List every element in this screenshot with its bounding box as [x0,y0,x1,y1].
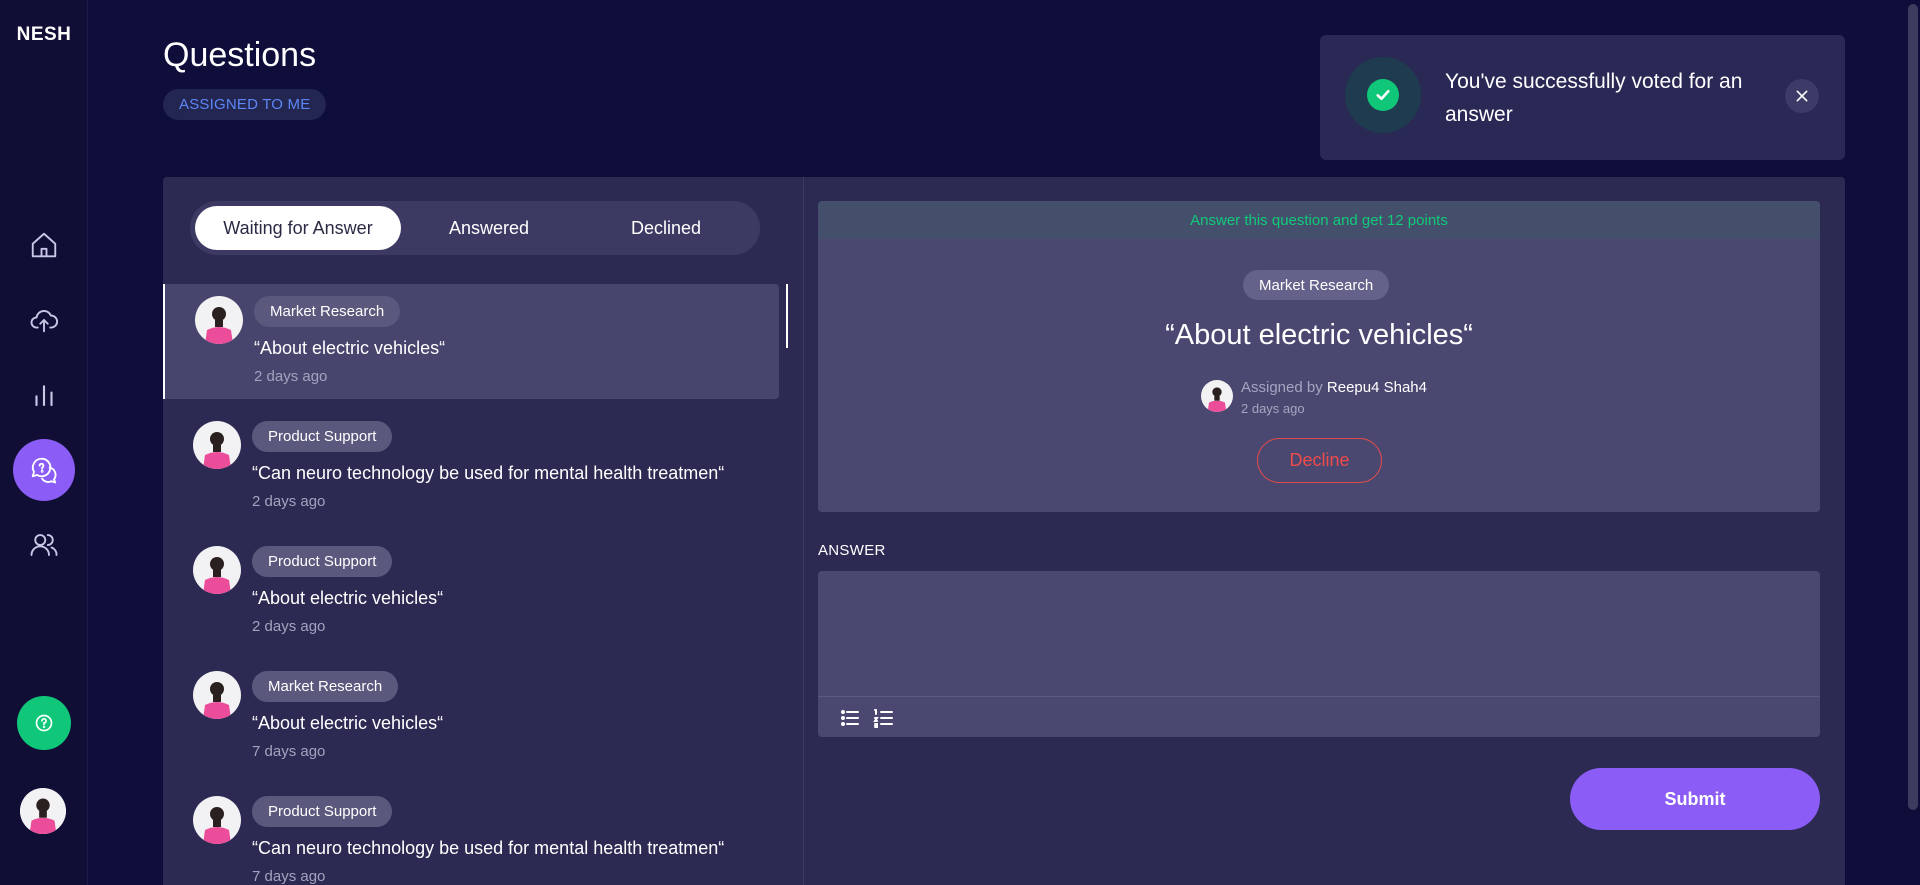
avatar [193,796,241,844]
submit-button[interactable]: Submit [1570,768,1820,830]
assigner-name: Reepu4 Shah4 [1326,379,1427,396]
help-button[interactable] [17,696,71,750]
avatar [193,421,241,469]
question-time: 2 days ago [252,618,326,635]
user-avatar[interactable] [20,788,66,834]
toast-message: You've successfully voted for an answer [1445,70,1743,126]
avatar [1201,380,1233,412]
list-scroll-indicator [786,284,788,348]
help-icon [35,714,53,732]
category-tag: Product Support [252,546,393,577]
question-time: 2 days ago [252,493,326,510]
question-time: 2 days ago [254,368,328,385]
question-list-item[interactable]: Product Support “About electric vehicles… [163,534,779,649]
users-icon[interactable] [13,514,75,576]
numbered-list-icon[interactable] [872,706,896,730]
page-scrollbar-thumb[interactable] [1908,4,1918,810]
upload-cloud-icon[interactable] [13,289,75,351]
success-check-icon [1345,57,1421,133]
decline-button[interactable]: Decline [1257,438,1382,483]
home-icon[interactable] [13,214,75,276]
avatar [193,671,241,719]
sidebar: NESH [0,0,88,885]
page-title: Questions [163,36,317,74]
app-logo[interactable]: NESH [0,24,88,46]
close-icon[interactable] [1785,79,1819,113]
question-title: “About electric vehicles“ [1165,319,1473,351]
question-list-item[interactable]: Product Support “Can neuro technology be… [163,409,779,524]
category-tag: Market Research [1243,270,1390,300]
panel-divider [803,177,804,885]
question-time: 7 days ago [252,868,326,885]
question-time: 7 days ago [252,743,326,760]
question-list-item[interactable]: Product Support “Can neuro technology be… [163,784,779,885]
category-tag: Product Support [252,796,393,827]
questions-icon[interactable] [13,439,75,501]
assigned-by-prefix: Assigned by [1241,379,1323,396]
assigned-time: 2 days ago [1241,401,1305,416]
editor-toolbar [818,696,1820,737]
assigned-by: Assigned by Reepu4 Shah4 [1241,379,1427,396]
question-text: “About electric vehicles“ [252,713,444,733]
bar-chart-icon[interactable] [13,364,75,426]
status-tabs: Waiting for Answer Answered Declined [190,201,760,255]
category-tag: Product Support [252,421,393,452]
answer-editor [818,571,1820,737]
question-text: “About electric vehicles“ [252,588,444,608]
question-list-item[interactable]: Market Research “About electric vehicles… [163,284,779,399]
assigned-to-me-filter[interactable]: ASSIGNED TO ME [163,89,327,120]
bullet-list-icon[interactable] [838,706,862,730]
avatar [193,546,241,594]
tab-declined[interactable]: Declined [577,206,755,250]
question-text: “Can neuro technology be used for mental… [252,463,725,483]
question-text: “About electric vehicles“ [254,338,446,358]
question-text: “Can neuro technology be used for mental… [252,838,725,858]
points-banner: Answer this question and get 12 points [818,201,1820,239]
answer-input[interactable] [818,571,1820,696]
category-tag: Market Research [252,671,399,702]
answer-label: ANSWER [818,542,886,559]
avatar [195,296,243,344]
tab-answered[interactable]: Answered [401,206,577,250]
tab-waiting-for-answer[interactable]: Waiting for Answer [195,206,401,250]
category-tag: Market Research [254,296,401,327]
question-list-item[interactable]: Market Research “About electric vehicles… [163,659,779,774]
question-detail-card: Answer this question and get 12 points M… [818,201,1820,512]
success-toast: You've successfully voted for an answer [1320,35,1845,160]
